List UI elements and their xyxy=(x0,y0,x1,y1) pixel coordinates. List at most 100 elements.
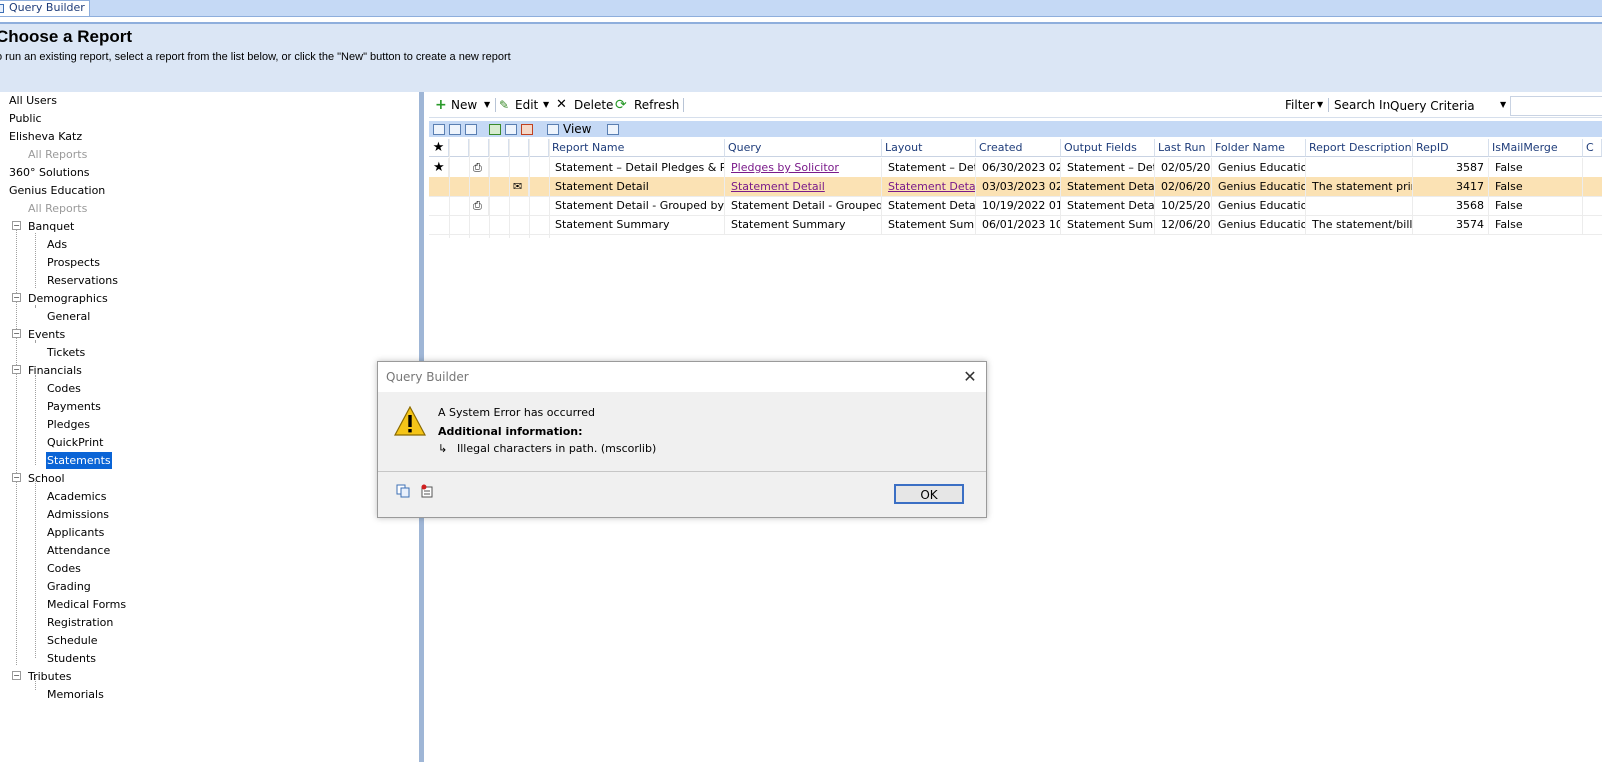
schedule-column-icon[interactable] xyxy=(489,139,509,157)
new-dropdown-arrow-icon[interactable]: ▼ xyxy=(484,97,490,113)
printer-icon[interactable]: ⎙ xyxy=(469,196,489,215)
filter-button[interactable]: Filter xyxy=(1285,97,1315,113)
edit-dropdown-arrow-icon[interactable]: ▼ xyxy=(543,97,549,113)
printer-icon[interactable]: ⎙ xyxy=(469,158,489,177)
excel-export-icon[interactable] xyxy=(489,124,501,135)
column-header-output-fields[interactable]: Output Fields xyxy=(1061,139,1155,157)
favorite-column-icon[interactable]: ★ xyxy=(429,139,449,157)
column-header-query[interactable]: Query xyxy=(725,139,882,157)
column-header-created[interactable]: Created xyxy=(976,139,1061,157)
collapse-icon[interactable]: − xyxy=(12,671,21,680)
tree-node-applicants[interactable]: Applicants xyxy=(47,524,104,541)
grid-divider xyxy=(449,139,450,238)
tree-node-academics[interactable]: Academics xyxy=(47,488,106,505)
filter-dropdown-arrow-icon[interactable]: ▼ xyxy=(1317,97,1323,113)
tree-node-codes[interactable]: Codes xyxy=(47,380,81,397)
collapse-icon[interactable]: − xyxy=(12,293,21,302)
technical-details-icon[interactable] xyxy=(420,484,434,498)
tree-node-registration[interactable]: Registration xyxy=(47,614,113,631)
column-header-folder-name[interactable]: Folder Name xyxy=(1212,139,1306,157)
column-header-report-name[interactable]: Report Name xyxy=(549,139,725,157)
tree-node-genius-education[interactable]: Genius Education xyxy=(9,182,105,199)
tree-node-codes[interactable]: Codes xyxy=(47,560,81,577)
tree-node-statements[interactable]: Statements xyxy=(46,452,112,469)
search-input[interactable] xyxy=(1510,96,1602,116)
copy-icon[interactable] xyxy=(396,484,410,498)
tree-node-payments[interactable]: Payments xyxy=(47,398,101,415)
tree-node-financials[interactable]: Financials xyxy=(28,362,82,379)
collapse-icon[interactable]: − xyxy=(12,365,21,374)
layout-icon[interactable] xyxy=(449,124,461,135)
split-view-icon[interactable] xyxy=(607,124,619,135)
grid-view-icon[interactable] xyxy=(433,124,445,135)
tree-node-elisheva-katz[interactable]: Elisheva Katz xyxy=(9,128,82,145)
delete-button[interactable]: Delete xyxy=(574,97,613,113)
tree-node-attendance[interactable]: Attendance xyxy=(47,542,110,559)
tree-node-demographics[interactable]: Demographics xyxy=(28,290,108,307)
tree-node-ads[interactable]: Ads xyxy=(47,236,67,253)
cell-last-run: 10/25/202 xyxy=(1155,196,1212,215)
favorite-star-icon[interactable]: ★ xyxy=(429,158,449,177)
search-in-select[interactable]: Query Criteria xyxy=(1386,96,1511,116)
tree-node-all-users[interactable]: All Users xyxy=(9,92,57,109)
new-button[interactable]: New xyxy=(451,97,477,113)
table-row[interactable]: ★ ⎙ Statement – Detail Pledges & Paym Pl… xyxy=(429,158,1602,178)
column-header-ismailmerge[interactable]: IsMailMerge xyxy=(1489,139,1583,157)
collapse-icon[interactable]: − xyxy=(12,329,21,338)
tree-node-quickprint[interactable]: QuickPrint xyxy=(47,434,103,451)
tree-node-reservations[interactable]: Reservations xyxy=(47,272,118,289)
column-header-layout[interactable]: Layout xyxy=(882,139,976,157)
tree-node-school[interactable]: School xyxy=(28,470,65,487)
tree-node-students[interactable]: Students xyxy=(47,650,96,667)
tree-node-schedule[interactable]: Schedule xyxy=(47,632,98,649)
tree-node-grading[interactable]: Grading xyxy=(47,578,91,595)
tree-node-events[interactable]: Events xyxy=(28,326,65,343)
table-row-selected[interactable]: ✉ Statement Detail Statement Detail Stat… xyxy=(429,177,1602,197)
tree-node-general[interactable]: General xyxy=(47,308,90,325)
grid-divider xyxy=(549,139,550,238)
tree-node-tributes[interactable]: Tributes xyxy=(28,668,71,685)
column-header-report-description[interactable]: Report Description xyxy=(1306,139,1413,157)
collapse-icon[interactable]: − xyxy=(12,473,21,482)
tree-node-banquet[interactable]: Banquet xyxy=(28,218,74,235)
tree-node-memorials[interactable]: Memorials xyxy=(47,686,104,703)
print-column-icon[interactable] xyxy=(469,139,489,157)
column-header-c[interactable]: C xyxy=(1583,139,1602,157)
email-column-icon[interactable] xyxy=(509,139,529,157)
tree-node-admissions[interactable]: Admissions xyxy=(47,506,109,523)
tree-node-prospects[interactable]: Prospects xyxy=(47,254,100,271)
collapse-icon[interactable]: − xyxy=(12,221,21,230)
table-row[interactable]: Statement Summary Statement Summary Stat… xyxy=(429,215,1602,235)
cell-query-link[interactable]: Statement Detail xyxy=(725,177,882,196)
table-row[interactable]: ⎙ Statement Detail - Grouped by Ca State… xyxy=(429,196,1602,216)
select-column-icon[interactable] xyxy=(449,139,469,157)
cell-layout-link[interactable]: Statement Detai - xyxy=(882,177,976,196)
export-icon[interactable] xyxy=(521,124,533,135)
view-button[interactable]: View xyxy=(563,122,591,136)
report-folder-tree[interactable]: All Users Public Elisheva Katz All Repor… xyxy=(0,92,424,762)
cell-ismailmerge: False xyxy=(1489,177,1583,196)
tab-query-builder[interactable]: Query Builder xyxy=(0,0,90,16)
tree-node-public[interactable]: Public xyxy=(9,110,42,127)
close-icon[interactable]: ✕ xyxy=(960,367,980,387)
tree-node-360-solutions[interactable]: 360° Solutions xyxy=(9,164,90,181)
tree-node-all-reports[interactable]: All Reports xyxy=(28,146,87,163)
dialog-titlebar[interactable] xyxy=(378,362,986,392)
cell-repid: 3587 xyxy=(1413,158,1489,177)
edit-button[interactable]: Edit xyxy=(515,97,538,113)
view-icon[interactable] xyxy=(547,124,559,135)
column-header-repid[interactable]: RepID xyxy=(1413,139,1489,157)
printer-icon[interactable] xyxy=(505,124,517,135)
cell-repid: 3574 xyxy=(1413,215,1489,234)
ok-button[interactable]: OK xyxy=(894,484,964,504)
tree-node-medical-forms[interactable]: Medical Forms xyxy=(47,596,126,613)
email-icon[interactable]: ✉ xyxy=(509,177,529,196)
columns-icon[interactable] xyxy=(465,124,477,135)
refresh-button[interactable]: Refresh xyxy=(634,97,679,113)
column-header-last-run[interactable]: Last Run xyxy=(1155,139,1212,157)
tree-node-pledges[interactable]: Pledges xyxy=(47,416,90,433)
mailmerge-column-icon[interactable] xyxy=(529,139,549,157)
tree-node-tickets[interactable]: Tickets xyxy=(47,344,85,361)
tree-node-all-reports[interactable]: All Reports xyxy=(28,200,87,217)
cell-query-link[interactable]: Pledges by Solicitor xyxy=(725,158,882,177)
